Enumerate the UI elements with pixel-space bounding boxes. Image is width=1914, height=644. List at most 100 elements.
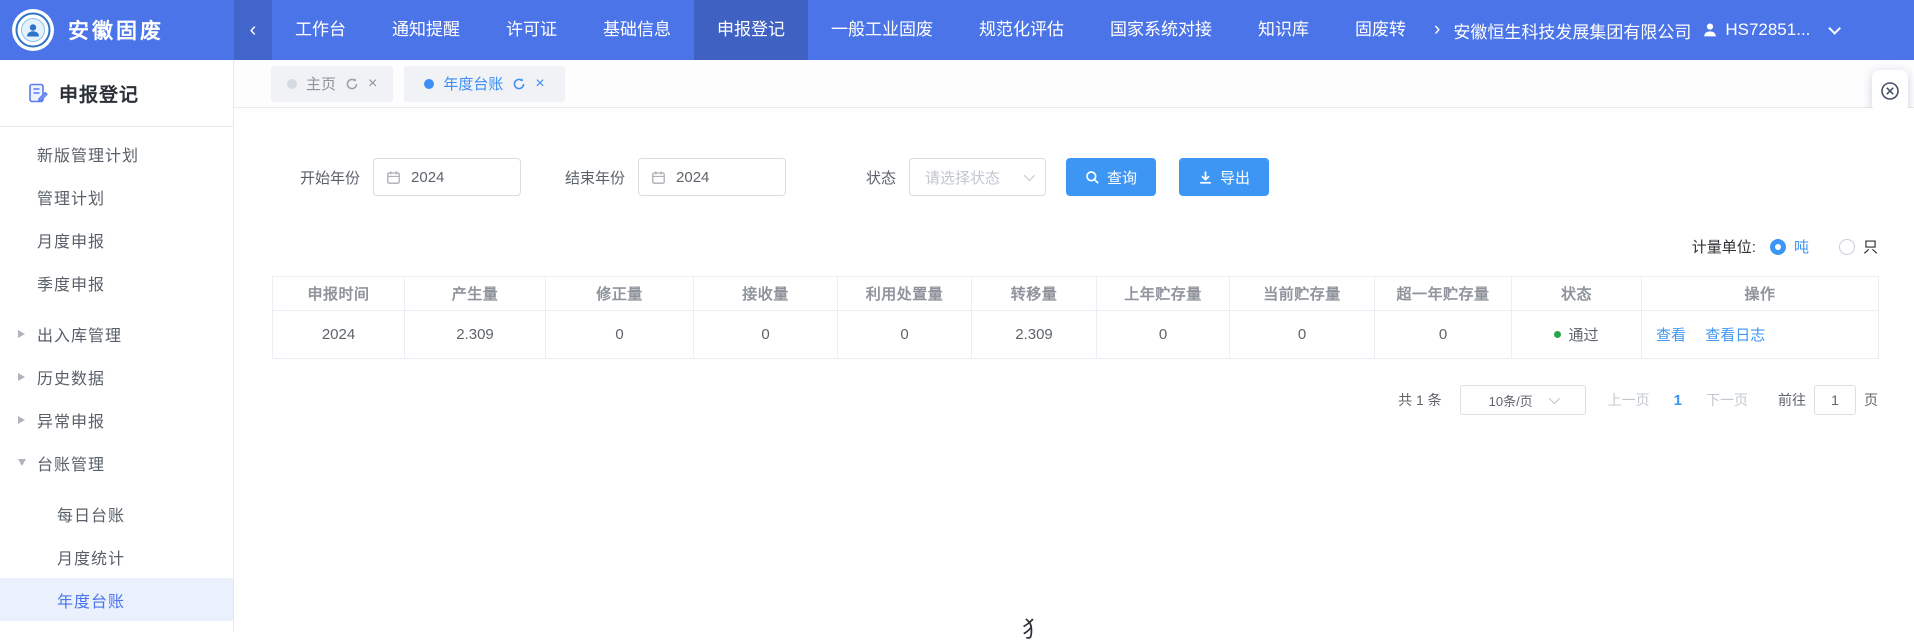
view-log-link[interactable]: 查看日志 xyxy=(1705,327,1765,344)
end-year-input[interactable]: 2024 xyxy=(638,158,786,196)
goto-unit-label: 页 xyxy=(1864,390,1878,410)
col-over-one-year-storage: 超一年贮存量 xyxy=(1375,277,1512,311)
unit-label: 计量单位: xyxy=(1692,236,1756,257)
sidebar-item-quarterly-declaration[interactable]: 季度申报 xyxy=(0,261,233,304)
calendar-icon xyxy=(651,170,666,185)
col-utilized-disposed: 利用处置量 xyxy=(838,277,972,311)
end-year-label: 结束年份 xyxy=(565,167,625,188)
radio-selected-icon xyxy=(1770,239,1786,255)
chevron-right-icon: › xyxy=(1434,19,1440,40)
sidebar-item-annual-ledger[interactable]: 年度台账 xyxy=(0,578,233,621)
nav-item-basic-info[interactable]: 基础信息 xyxy=(580,0,694,60)
page-content: 开始年份 2024 结束年份 2024 xyxy=(234,108,1914,632)
unit-selector: 计量单位: 吨 只 xyxy=(234,236,1914,257)
main-nav: 工作台 通知提醒 许可证 基础信息 申报登记 一般工业固废 规范化评估 国家系统… xyxy=(272,0,1429,60)
goto-page-input[interactable]: 1 xyxy=(1814,385,1856,415)
cell-corrected: 0 xyxy=(546,311,694,359)
nav-item-standardized-assessment[interactable]: 规范化评估 xyxy=(956,0,1087,60)
refresh-icon[interactable] xyxy=(512,77,526,91)
total-count: 共 1 条 xyxy=(1398,390,1442,410)
top-navbar: 安徽固废 ‹ 工作台 通知提醒 许可证 基础信息 申报登记 一般工业固废 规范化… xyxy=(0,0,1914,60)
page-size-select[interactable]: 10条/页 xyxy=(1460,385,1586,415)
col-status: 状态 xyxy=(1512,277,1642,311)
nav-item-declaration[interactable]: 申报登记 xyxy=(694,0,808,60)
sidebar-item-management-plan[interactable]: 管理计划 xyxy=(0,175,233,218)
nav-scroll-left-button[interactable]: ‹ xyxy=(234,0,272,60)
sidebar-header: 申报登记 xyxy=(0,60,233,127)
user-menu[interactable]: HS72851... xyxy=(1701,20,1837,40)
document-edit-icon xyxy=(27,82,49,104)
cell-generated: 2.309 xyxy=(405,311,546,359)
nav-item-workbench[interactable]: 工作台 xyxy=(272,0,369,60)
status-dot-icon xyxy=(1554,331,1561,338)
nav-item-notifications[interactable]: 通知提醒 xyxy=(369,0,483,60)
start-year-input[interactable]: 2024 xyxy=(373,158,521,196)
caret-down-icon xyxy=(18,459,26,466)
unit-radio-ton[interactable]: 吨 xyxy=(1770,236,1809,257)
sidebar-title: 申报登记 xyxy=(59,80,139,107)
view-link[interactable]: 查看 xyxy=(1656,327,1686,344)
user-icon xyxy=(1701,21,1719,39)
start-year-label: 开始年份 xyxy=(300,167,360,188)
cell-utilized-disposed: 0 xyxy=(838,311,972,359)
current-page[interactable]: 1 xyxy=(1674,392,1682,409)
close-all-button[interactable] xyxy=(1872,70,1908,112)
tab-annual-ledger[interactable]: 年度台账 × xyxy=(404,66,564,102)
col-received: 接收量 xyxy=(694,277,838,311)
status-badge: 通过 xyxy=(1568,324,1598,345)
col-corrected: 修正量 xyxy=(546,277,694,311)
status-label: 状态 xyxy=(866,167,896,188)
col-generated: 产生量 xyxy=(405,277,546,311)
nav-scroll-right-button[interactable]: › xyxy=(1429,0,1445,60)
tab-dot-icon xyxy=(287,79,297,89)
prev-page-button[interactable]: 上一页 xyxy=(1608,390,1650,410)
nav-item-general-industrial-waste[interactable]: 一般工业固废 xyxy=(808,0,956,60)
status-select[interactable]: 请选择状态 xyxy=(909,158,1046,196)
caret-right-icon xyxy=(18,373,25,381)
start-year-value: 2024 xyxy=(411,169,444,186)
nav-item-knowledge-base[interactable]: 知识库 xyxy=(1235,0,1332,60)
navbar-user-area: 安徽恒生科技发展集团有限公司 HS72851... xyxy=(1453,18,1837,43)
next-page-button[interactable]: 下一页 xyxy=(1706,390,1748,410)
close-icon[interactable]: × xyxy=(368,76,377,92)
calendar-icon xyxy=(386,170,401,185)
user-id: HS72851... xyxy=(1725,20,1810,40)
sidebar-item-daily-ledger[interactable]: 每日台账 xyxy=(0,492,233,535)
cell-received: 0 xyxy=(694,311,838,359)
sidebar-item-monthly-declaration[interactable]: 月度申报 xyxy=(0,218,233,261)
sidebar-group-history-data[interactable]: 历史数据 xyxy=(0,355,233,398)
app-title: 安徽固废 xyxy=(68,15,164,45)
sidebar-group-inout-warehouse[interactable]: 出入库管理 xyxy=(0,312,233,355)
company-name[interactable]: 安徽恒生科技发展集团有限公司 xyxy=(1453,18,1691,43)
nav-item-national-system[interactable]: 国家系统对接 xyxy=(1087,0,1235,60)
search-button[interactable]: 查询 xyxy=(1066,158,1156,196)
status-placeholder: 请选择状态 xyxy=(925,167,1000,188)
sidebar-group-ledger-management[interactable]: 台账管理 xyxy=(0,441,233,484)
cell-declaration-time: 2024 xyxy=(273,311,405,359)
refresh-icon[interactable] xyxy=(345,77,359,91)
pagination: 共 1 条 10条/页 上一页 1 下一页 前往 1 页 xyxy=(234,385,1914,415)
nav-item-waste-transfer[interactable]: 固废转 xyxy=(1332,0,1429,60)
end-year-value: 2024 xyxy=(676,169,709,186)
export-button[interactable]: 导出 xyxy=(1179,158,1269,196)
cell-status: 通过 xyxy=(1512,311,1642,359)
tab-bar: 主页 × 年度台账 × xyxy=(234,60,1914,108)
sidebar-menu: 新版管理计划 管理计划 月度申报 季度申报 出入库管理 历史数据 异常申报 台账… xyxy=(0,127,233,621)
chevron-down-icon xyxy=(1024,170,1035,181)
tab-dot-icon xyxy=(424,79,434,89)
main-area: 主页 × 年度台账 × 开始年份 xyxy=(234,60,1914,632)
chevron-down-icon xyxy=(1548,393,1559,404)
circle-x-icon xyxy=(1880,81,1900,101)
close-icon[interactable]: × xyxy=(535,76,544,92)
tab-home[interactable]: 主页 × xyxy=(271,66,393,102)
sidebar-item-monthly-stats[interactable]: 月度统计 xyxy=(0,535,233,578)
download-icon xyxy=(1198,170,1213,185)
nav-item-license[interactable]: 许可证 xyxy=(483,0,580,60)
caret-right-icon xyxy=(18,330,25,338)
sidebar-group-abnormal-declaration[interactable]: 异常申报 xyxy=(0,398,233,441)
chevron-down-icon xyxy=(1829,22,1842,35)
sidebar-item-new-management-plan[interactable]: 新版管理计划 xyxy=(0,132,233,175)
goto-label: 前往 xyxy=(1778,390,1806,410)
col-actions: 操作 xyxy=(1642,277,1879,311)
unit-radio-piece[interactable]: 只 xyxy=(1839,236,1878,257)
